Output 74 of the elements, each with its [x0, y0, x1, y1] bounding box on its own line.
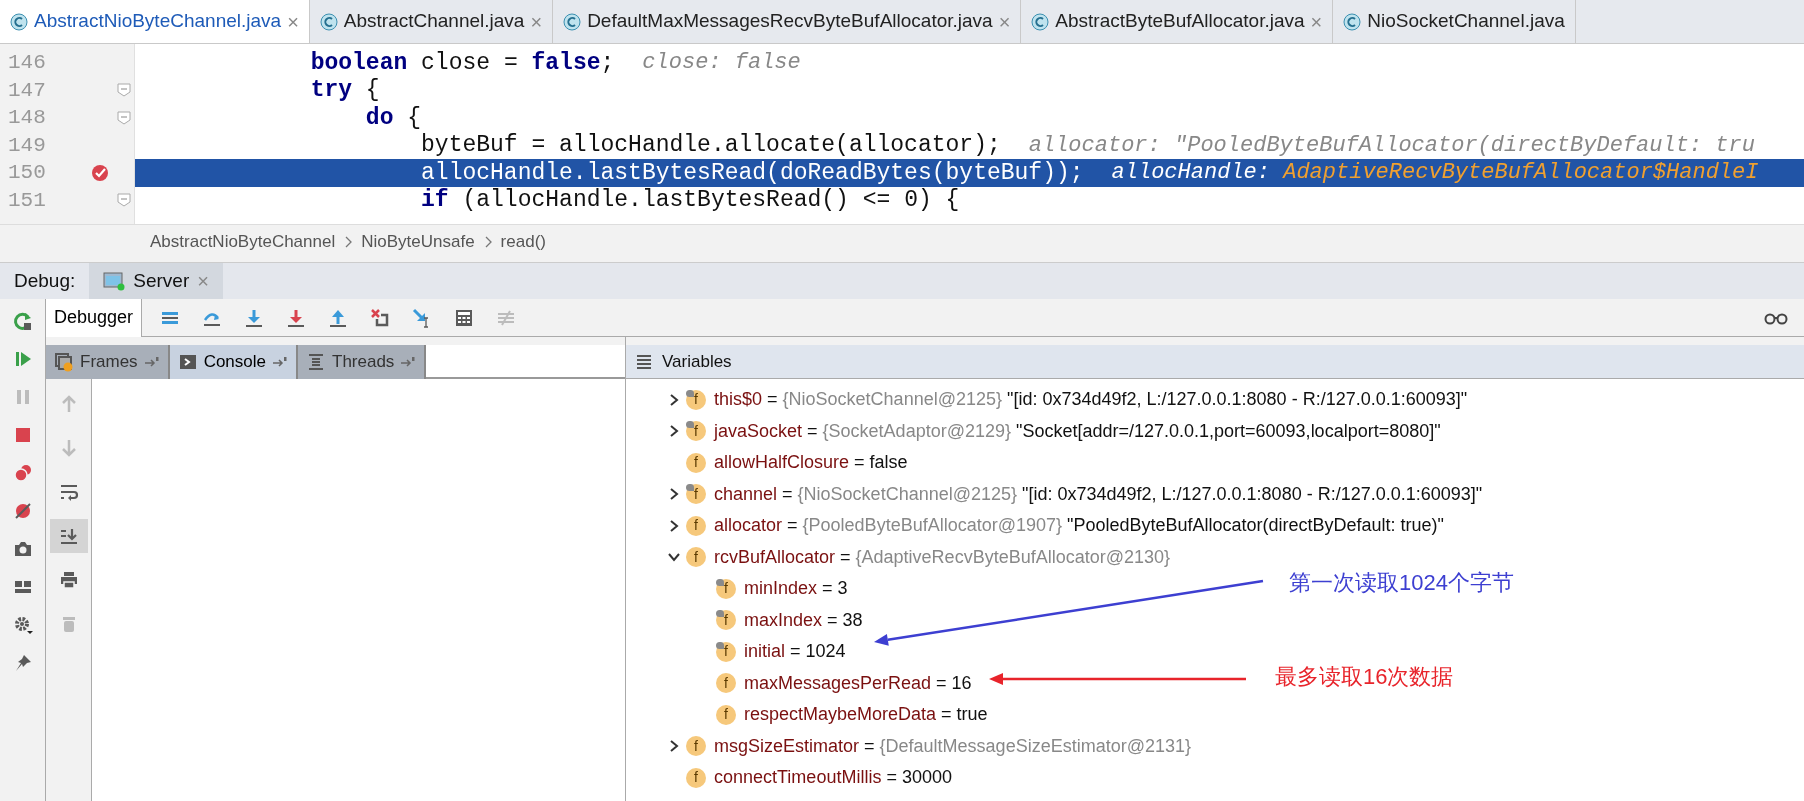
- code-line: byteBuf = allocHandle.allocate(allocator);: [420, 131, 1001, 160]
- variable-entry[interactable]: connectTimeoutMillis = 30000: [714, 764, 952, 792]
- console-icon: [177, 352, 198, 372]
- code-line: if (allocHandle.lastBytesRead() <= 0) {: [420, 186, 960, 215]
- code-line: try {: [309, 76, 380, 105]
- annotation-text: 第一次读取1024个字节: [1289, 569, 1514, 597]
- line-number: 146: [7, 50, 47, 76]
- field-icon: f: [686, 389, 706, 410]
- field-icon: f: [686, 736, 706, 757]
- chevron-icon: [343, 235, 354, 249]
- panel-tab[interactable]: Console: [169, 345, 298, 379]
- monitor-icon: [103, 271, 126, 291]
- line-number: 150: [7, 160, 47, 186]
- close-icon[interactable]: ×: [287, 6, 299, 37]
- line-number: 148: [7, 105, 47, 131]
- pin-arrow-icon[interactable]: [272, 356, 288, 368]
- variable-entry[interactable]: minIndex = 3: [744, 575, 848, 603]
- breakpoint-icon[interactable]: [89, 162, 110, 183]
- scroll-to-end-icon[interactable]: [49, 519, 88, 553]
- threads-icon: [306, 352, 326, 372]
- variable-entry[interactable]: initial = 1024: [744, 638, 846, 666]
- variable-entry[interactable]: maxIndex = 38: [744, 606, 863, 634]
- field-icon: f: [686, 452, 706, 473]
- inline-value-hint: close: false: [642, 49, 801, 78]
- panel-tab[interactable]: Threads: [298, 345, 427, 379]
- inline-value-hint: allocator: "PooledByteBufAllocator(directByDefault: tru: [1028, 131, 1755, 160]
- field-icon: f: [686, 767, 706, 788]
- field-icon: f: [716, 704, 736, 725]
- frames-icon: [54, 352, 74, 372]
- field-icon: f: [716, 673, 736, 694]
- variable-entry[interactable]: javaSocket = {SocketAdaptor@2129} "Socket[addr=/127.0.0.1,port=60093,localport=8080]": [714, 417, 1441, 445]
- code-line: boolean close = false;: [309, 48, 615, 78]
- code-line: do {: [364, 103, 422, 133]
- field-icon: f: [686, 484, 706, 505]
- variable-entry[interactable]: allocator = {PooledByteBufAllocator@1907} "PooledByteBufAllocator(directByDefault: true)": [714, 512, 1444, 540]
- line-number: 149: [7, 132, 47, 159]
- inline-value-hint: allocHandle: AdaptiveRecvByteBufAllocator$HandleI: [1111, 159, 1759, 188]
- class-file-icon: [1031, 12, 1050, 31]
- class-file-icon: [1343, 12, 1362, 31]
- code-line: allocHandle.lastBytesRead(doReadBytes(byteBuf));: [420, 158, 1084, 188]
- class-file-icon: [319, 12, 338, 31]
- line-number: 147: [7, 77, 47, 104]
- debugger-tab[interactable]: Debugger: [46, 298, 143, 337]
- field-icon: f: [716, 641, 736, 662]
- panel-tab[interactable]: Frames: [46, 345, 170, 379]
- breadcrumb[interactable]: read(): [500, 229, 546, 255]
- variable-entry[interactable]: respectMaybeMoreData = true: [744, 701, 988, 729]
- field-icon: f: [686, 515, 706, 536]
- session-tab[interactable]: Server ×: [89, 262, 223, 300]
- class-file-icon: [563, 12, 582, 31]
- list-icon: [636, 353, 652, 370]
- fold-marker-icon[interactable]: [117, 83, 132, 98]
- field-icon: f: [716, 610, 736, 631]
- pin-arrow-icon[interactable]: [400, 356, 417, 368]
- variable-entry[interactable]: channel = {NioSocketChannel@2125} "[id: 0x734d49f2, L:/127.0.0.1:8080 - R:/127.0.0.1:60093]": [714, 480, 1483, 508]
- fold-marker-icon[interactable]: [117, 110, 132, 125]
- variable-entry[interactable]: msgSizeEstimator = {DefaultMessageSizeEstimator@2131}: [714, 732, 1191, 760]
- variable-entry[interactable]: rcvBufAllocator = {AdaptiveRecvByteBufAllocator@2130}: [714, 543, 1171, 571]
- field-icon: f: [686, 421, 706, 442]
- line-number: 151: [7, 187, 47, 214]
- panel-title: Debug:: [13, 268, 77, 293]
- variable-entry[interactable]: maxMessagesPerRead = 16: [744, 669, 972, 697]
- variable-entry[interactable]: this$0 = {NioSocketChannel@2125} "[id: 0x734d49f2, L:/127.0.0.1:8080 - R:/127.0.0.1:60093]": [714, 386, 1468, 414]
- breadcrumb[interactable]: AbstractNioByteChannel: [150, 229, 336, 255]
- editor-tab[interactable]: AbstractNioByteChannel.java ×: [0, 0, 310, 43]
- annotation-text: 最多读取16次数据: [1275, 663, 1454, 691]
- variable-entry[interactable]: allowHalfClosure = false: [714, 449, 908, 477]
- class-file-icon: [10, 12, 28, 31]
- panel-title: Variables: [662, 350, 732, 373]
- pin-arrow-icon[interactable]: [143, 356, 160, 368]
- fold-marker-icon[interactable]: [117, 193, 132, 208]
- field-icon: f: [686, 547, 706, 568]
- field-icon: f: [716, 578, 736, 599]
- breadcrumb[interactable]: NioByteUnsafe: [361, 229, 475, 255]
